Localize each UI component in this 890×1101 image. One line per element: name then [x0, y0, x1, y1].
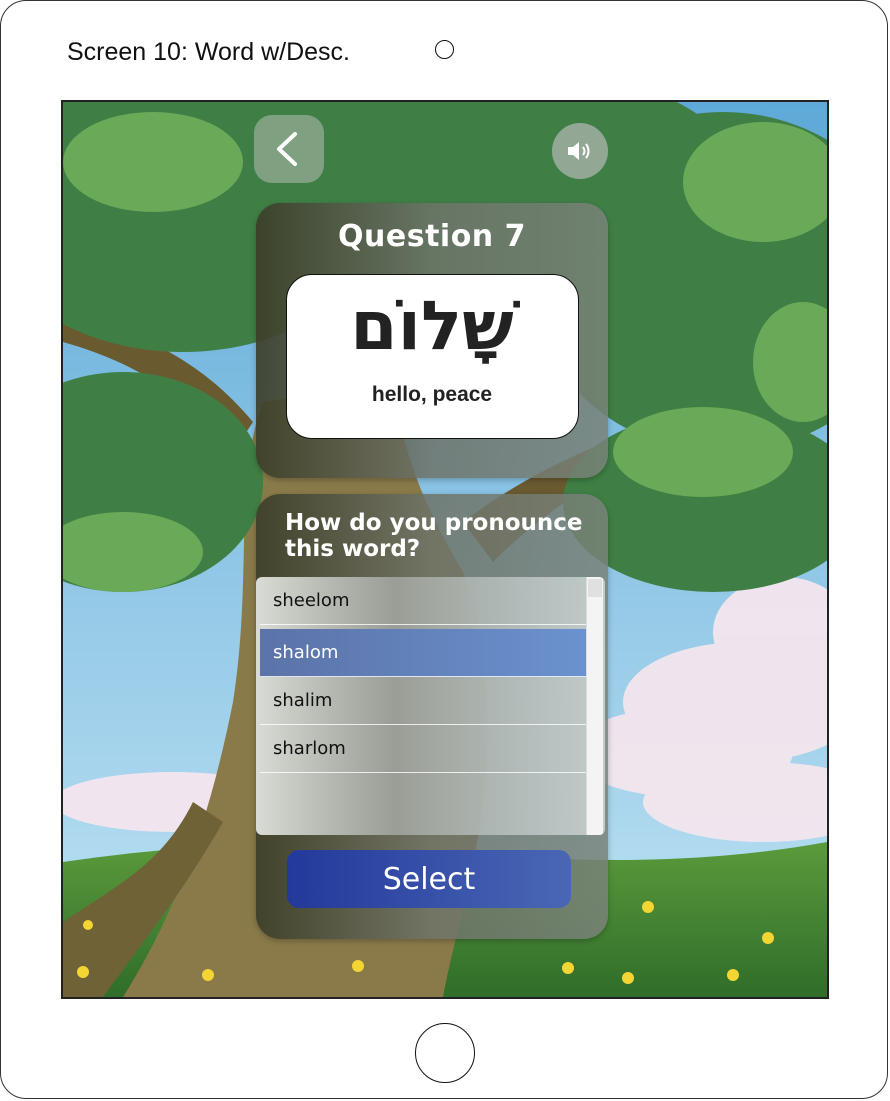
speaker-icon [568, 142, 590, 160]
answer-option-sheelom[interactable]: sheelom [260, 577, 588, 625]
screen-label: Screen 10: Word w/Desc. [67, 38, 350, 66]
chevron-left-icon [277, 132, 297, 166]
word-card: שָׁלוֹם hello, peace [286, 274, 579, 439]
answer-option-sharlom[interactable]: sharlom [260, 725, 588, 773]
answer-option-shalom[interactable]: shalom [260, 629, 588, 677]
hebrew-word: שָׁלוֹם [350, 287, 514, 366]
answer-option-shalim[interactable]: shalim [260, 677, 588, 725]
select-button[interactable]: Select [287, 850, 571, 908]
audio-button[interactable] [552, 123, 608, 179]
back-button[interactable] [254, 115, 324, 183]
home-button[interactable] [415, 1023, 475, 1083]
question-card: Question 7 שָׁלוֹם hello, peace [256, 203, 608, 478]
app-screen: Question 7 שָׁלוֹם hello, peace How do y… [61, 100, 829, 999]
word-meaning: hello, peace [371, 383, 493, 406]
camera-icon [435, 40, 454, 59]
answer-list[interactable]: sheelom shalom shalim sharlom [256, 577, 605, 835]
scroll-thumb[interactable] [588, 579, 602, 597]
answer-card: How do you pronounce this word? sheelom … [256, 494, 608, 939]
list-scrollbar[interactable] [586, 577, 603, 835]
answer-prompt: How do you pronounce this word? [285, 510, 583, 562]
question-title: Question 7 [338, 219, 526, 254]
